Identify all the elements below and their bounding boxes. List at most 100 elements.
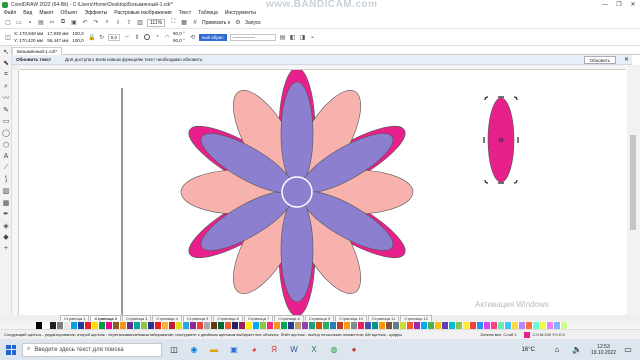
color-swatch[interactable] bbox=[225, 321, 232, 329]
color-swatch[interactable] bbox=[337, 321, 344, 329]
color-swatch[interactable] bbox=[330, 321, 337, 329]
to-back-icon[interactable]: ◨ bbox=[299, 33, 307, 41]
cut-icon[interactable]: ✂ bbox=[48, 19, 56, 27]
publish-pdf-icon[interactable]: ▥ bbox=[136, 19, 144, 27]
color-swatch[interactable] bbox=[141, 321, 148, 329]
color-swatch[interactable] bbox=[183, 321, 190, 329]
color-swatch[interactable] bbox=[211, 321, 218, 329]
color-swatch[interactable] bbox=[421, 321, 428, 329]
redo-icon[interactable]: ↷ bbox=[92, 19, 100, 27]
lock-ratio-icon[interactable]: 🔒 bbox=[88, 33, 96, 41]
drop-shadow-icon[interactable]: ▨ bbox=[0, 185, 12, 197]
shape-tool-icon[interactable]: ⬉ bbox=[0, 58, 12, 70]
color-swatch[interactable] bbox=[323, 321, 330, 329]
preset-icon[interactable]: ◫ bbox=[4, 33, 12, 41]
excel-icon[interactable]: X bbox=[306, 342, 322, 358]
scale-y-field[interactable]: 100,0 bbox=[72, 37, 83, 44]
volume-icon[interactable]: 🔈 bbox=[569, 342, 585, 358]
word-icon[interactable]: W bbox=[286, 342, 302, 358]
menu-tools[interactable]: Инструменты bbox=[225, 10, 256, 16]
eyedropper-tool-icon[interactable]: ✒ bbox=[0, 208, 12, 220]
color-swatch[interactable] bbox=[533, 321, 540, 329]
color-swatch[interactable] bbox=[435, 321, 442, 329]
color-swatch[interactable] bbox=[155, 321, 162, 329]
close-button[interactable]: ✕ bbox=[626, 0, 640, 9]
options-gear-icon[interactable]: ⚙ bbox=[234, 19, 242, 27]
color-swatch[interactable] bbox=[442, 321, 449, 329]
outline-width-select[interactable]: ный абрис bbox=[198, 33, 227, 41]
full-screen-icon[interactable]: ⛶ bbox=[169, 19, 177, 27]
menu-effects[interactable]: Эффекты bbox=[85, 10, 108, 16]
color-swatch[interactable] bbox=[36, 321, 43, 329]
color-swatch[interactable] bbox=[463, 321, 470, 329]
menu-bitmaps[interactable]: Растровые изображения bbox=[114, 10, 171, 16]
rulers-icon[interactable]: ▦ bbox=[180, 19, 188, 27]
file-explorer-icon[interactable]: ▬ bbox=[206, 342, 222, 358]
direction-icon[interactable]: ⟲ bbox=[189, 33, 197, 41]
coreldraw-taskbar-icon[interactable]: ◍ bbox=[326, 342, 342, 358]
edge-icon[interactable]: ◉ bbox=[186, 342, 202, 358]
fill-color-swatch[interactable] bbox=[524, 331, 531, 338]
maximize-button[interactable]: ❐ bbox=[612, 0, 626, 9]
purple-petal[interactable] bbox=[280, 197, 314, 303]
crop-tool-icon[interactable]: ⌗ bbox=[0, 69, 12, 81]
color-swatch[interactable] bbox=[253, 321, 260, 329]
ellipse-icon[interactable] bbox=[143, 33, 151, 41]
color-swatch[interactable] bbox=[414, 321, 421, 329]
menu-layout[interactable]: Макет bbox=[39, 10, 53, 16]
end-angle-field[interactable]: 90,0 ° bbox=[173, 37, 185, 44]
color-swatch[interactable] bbox=[113, 321, 120, 329]
zoom-tool-icon[interactable]: ⌕ bbox=[0, 81, 12, 93]
color-swatch[interactable] bbox=[267, 321, 274, 329]
color-swatch[interactable] bbox=[428, 321, 435, 329]
color-swatch[interactable] bbox=[232, 321, 239, 329]
flower-center[interactable] bbox=[281, 176, 313, 208]
color-swatch[interactable] bbox=[344, 321, 351, 329]
vertical-scrollbar[interactable] bbox=[627, 65, 640, 315]
clock[interactable]: 12:53 19.10.2022 bbox=[591, 344, 616, 356]
network-icon[interactable]: ⌂ bbox=[549, 342, 565, 358]
rectangle-tool-icon[interactable]: ▭ bbox=[0, 116, 12, 128]
color-swatch[interactable] bbox=[554, 321, 561, 329]
scrollbar-thumb[interactable] bbox=[630, 135, 636, 230]
search-content-icon[interactable]: ⌕ bbox=[103, 19, 111, 27]
start-angle-field[interactable]: 90,0 ° bbox=[173, 30, 185, 37]
yandex-icon[interactable]: Я bbox=[266, 342, 282, 358]
undo-icon[interactable]: ↶ bbox=[81, 19, 89, 27]
copy-icon[interactable]: ⧉ bbox=[59, 19, 67, 27]
color-swatch[interactable] bbox=[470, 321, 477, 329]
color-swatch[interactable] bbox=[526, 321, 533, 329]
color-swatch[interactable] bbox=[169, 321, 176, 329]
store-icon[interactable]: ▣ bbox=[226, 342, 242, 358]
line-style-select[interactable]: ————— bbox=[229, 33, 276, 41]
print-icon[interactable]: ▤ bbox=[37, 19, 45, 27]
color-swatch[interactable] bbox=[316, 321, 323, 329]
color-swatch[interactable] bbox=[218, 321, 225, 329]
parallel-dimension-icon[interactable]: ⟋ bbox=[0, 162, 12, 174]
to-front-icon[interactable]: ◧ bbox=[289, 33, 297, 41]
add-tool-icon[interactable]: + bbox=[0, 243, 12, 255]
convert-curves-icon[interactable]: ⌁ bbox=[309, 33, 317, 41]
color-swatch[interactable] bbox=[456, 321, 463, 329]
color-swatch[interactable] bbox=[71, 321, 78, 329]
color-swatch[interactable] bbox=[148, 321, 155, 329]
update-button[interactable]: Обновить bbox=[583, 56, 616, 64]
color-swatch[interactable] bbox=[393, 321, 400, 329]
notifications-icon[interactable]: ▭ bbox=[620, 342, 636, 358]
width-field[interactable]: 17,939 мм bbox=[47, 30, 68, 37]
export-icon[interactable]: ⇧ bbox=[125, 19, 133, 27]
scale-x-field[interactable]: 100,0 bbox=[72, 30, 83, 37]
color-swatch[interactable] bbox=[239, 321, 246, 329]
menu-text[interactable]: Текст bbox=[179, 10, 192, 16]
mirror-v-icon[interactable]: ⇕ bbox=[133, 33, 141, 41]
grid-icon[interactable]: # bbox=[191, 19, 199, 27]
color-swatch[interactable] bbox=[309, 321, 316, 329]
color-swatch[interactable] bbox=[281, 321, 288, 329]
color-swatch[interactable] bbox=[372, 321, 379, 329]
close-notification-icon[interactable]: ✕ bbox=[624, 56, 629, 63]
new-document-icon[interactable]: ▢ bbox=[4, 19, 12, 27]
color-swatch[interactable] bbox=[120, 321, 127, 329]
launch-dropdown[interactable]: Запуск bbox=[245, 20, 261, 26]
pie-icon[interactable]: ◔ bbox=[153, 33, 161, 41]
taskbar-search[interactable]: ⌕ Введите здесь текст для поиска bbox=[22, 342, 162, 357]
